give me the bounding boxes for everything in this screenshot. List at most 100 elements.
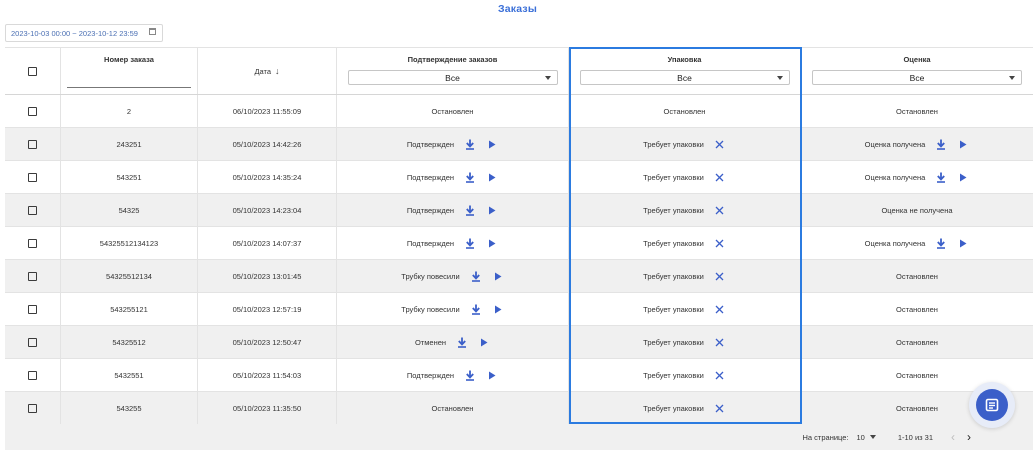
download-icon[interactable] — [464, 204, 476, 216]
download-icon[interactable] — [935, 237, 947, 249]
date-cell: 05/10/2023 11:35:50 — [198, 392, 337, 424]
packing-status: Остановлен — [663, 106, 706, 116]
play-icon[interactable] — [486, 138, 498, 150]
confirmation-cell: Остановлен — [337, 95, 569, 127]
packing-cell: Требует упаковки — [569, 359, 801, 391]
row-checkbox[interactable] — [28, 172, 37, 182]
table-row[interactable]: 54325512134123 05/10/2023 14:07:37 Подтвер… — [5, 227, 1033, 260]
close-icon[interactable] — [714, 402, 726, 414]
floating-action-button[interactable] — [969, 382, 1015, 428]
table-row[interactable]: 543255 05/10/2023 11:35:50 Остановлен Требу… — [5, 392, 1033, 425]
date-range-picker[interactable]: 2023-10-03 00:00 ~ 2023-10-12 23:59 — [5, 24, 163, 42]
row-checkbox[interactable] — [28, 106, 37, 116]
download-icon[interactable] — [935, 138, 947, 150]
play-icon[interactable] — [957, 138, 969, 150]
row-checkbox[interactable] — [28, 304, 37, 314]
order-number-cell: 2 — [61, 95, 198, 127]
rating-status-wrap: Оценка не получена — [881, 206, 952, 215]
rating-filter-select[interactable]: Все — [812, 70, 1022, 85]
download-icon[interactable] — [464, 171, 476, 183]
select-all-checkbox[interactable] — [28, 66, 37, 76]
play-icon[interactable] — [957, 171, 969, 183]
confirmation-cell: Подтвержден — [337, 359, 569, 391]
download-icon[interactable] — [456, 336, 468, 348]
play-icon[interactable] — [492, 270, 504, 282]
table-row[interactable]: 2 06/10/2023 11:55:09 Остановлен Остановлен… — [5, 95, 1033, 128]
close-icon[interactable] — [714, 138, 726, 150]
download-icon[interactable] — [464, 369, 476, 381]
confirmation-status: Отменен — [414, 337, 447, 347]
table-row[interactable]: 54325 05/10/2023 14:23:04 Подтвержден Требу… — [5, 194, 1033, 227]
play-icon[interactable] — [486, 204, 498, 216]
date-cell: 05/10/2023 14:42:26 — [198, 128, 337, 160]
row-checkbox[interactable] — [28, 271, 37, 281]
download-icon[interactable] — [470, 303, 482, 315]
order-number-filter-input[interactable] — [67, 87, 191, 88]
packing-status: Требует упаковки — [643, 172, 704, 182]
table-row[interactable]: 243251 05/10/2023 14:42:26 Подтвержден Треб… — [5, 128, 1033, 161]
play-icon[interactable] — [486, 171, 498, 183]
confirmation-filter-select[interactable]: Все — [347, 70, 558, 85]
confirmation-status: Подтвержден — [406, 139, 455, 149]
rating-status-wrap: Остановлен — [896, 338, 938, 347]
play-icon[interactable] — [492, 303, 504, 315]
caret-down-icon — [776, 76, 783, 80]
close-icon[interactable] — [714, 204, 726, 216]
row-checkbox[interactable] — [28, 205, 37, 215]
table-row[interactable]: 5432551 05/10/2023 11:54:03 Подтвержден Тре… — [5, 359, 1033, 392]
date-header[interactable]: Дата ↓ — [198, 48, 337, 94]
date-cell: 05/10/2023 13:01:45 — [198, 260, 337, 292]
close-icon[interactable] — [714, 336, 726, 348]
row-checkbox[interactable] — [28, 403, 37, 413]
confirmation-cell: Подтвержден — [337, 227, 569, 259]
close-icon[interactable] — [714, 270, 726, 282]
play-icon[interactable] — [957, 237, 969, 249]
row-checkbox[interactable] — [28, 370, 37, 380]
packing-cell: Требует упаковки — [569, 161, 801, 193]
row-checkbox[interactable] — [28, 238, 37, 248]
packing-filter-select[interactable]: Все — [579, 70, 790, 85]
download-icon[interactable] — [935, 171, 947, 183]
table-header: Номер заказа Дата ↓ Подтверждение заказо… — [5, 47, 1033, 95]
select-cell — [5, 227, 61, 259]
rating-status: Остановлен — [896, 403, 938, 413]
close-icon[interactable] — [714, 369, 726, 381]
download-icon[interactable] — [464, 237, 476, 249]
caret-down-icon — [869, 435, 876, 439]
packing-status: Требует упаковки — [643, 337, 704, 347]
play-icon[interactable] — [478, 336, 490, 348]
confirmation-status: Остановлен — [431, 403, 474, 413]
confirmation-cell: Отменен — [337, 326, 569, 358]
play-icon[interactable] — [486, 369, 498, 381]
close-icon[interactable] — [714, 171, 726, 183]
table-row[interactable]: 543255121 05/10/2023 12:57:19 Трубку повес… — [5, 293, 1033, 326]
download-icon[interactable] — [464, 138, 476, 150]
packing-cell: Требует упаковки — [569, 392, 801, 424]
per-page-select[interactable]: 10 — [857, 433, 876, 442]
confirmation-status: Подтвержден — [406, 238, 455, 248]
table-row[interactable]: 543251 05/10/2023 14:35:24 Подтвержден Треб… — [5, 161, 1033, 194]
rating-status: Остановлен — [896, 304, 938, 314]
caret-down-icon — [544, 76, 551, 80]
close-icon[interactable] — [714, 303, 726, 315]
table-row[interactable]: 54325512 05/10/2023 12:50:47 Отменен Требуе… — [5, 326, 1033, 359]
packing-status-wrap: Требует упаковки — [643, 402, 726, 414]
date-cell: 05/10/2023 14:23:04 — [198, 194, 337, 226]
packing-cell: Требует упаковки — [569, 194, 801, 226]
packing-status-wrap: Требует упаковки — [643, 336, 726, 348]
confirmation-status-wrap: Подтвержден — [407, 138, 498, 150]
play-icon[interactable] — [486, 237, 498, 249]
order-number-cell: 243251 — [61, 128, 198, 160]
rating-status: Оценка получена — [864, 238, 926, 248]
table-row[interactable]: 54325512134 05/10/2023 13:01:45 Трубку пов… — [5, 260, 1033, 293]
download-icon[interactable] — [470, 270, 482, 282]
row-checkbox[interactable] — [28, 337, 37, 347]
rating-status-wrap: Остановлен — [896, 107, 938, 116]
chevron-left-icon[interactable]: ‹ — [951, 431, 955, 443]
chevron-right-icon[interactable]: › — [967, 431, 971, 443]
row-checkbox[interactable] — [28, 139, 37, 149]
order-number-cell: 543255121 — [61, 293, 198, 325]
date-cell: 05/10/2023 12:57:19 — [198, 293, 337, 325]
close-icon[interactable] — [714, 237, 726, 249]
confirmation-status: Остановлен — [431, 106, 474, 116]
